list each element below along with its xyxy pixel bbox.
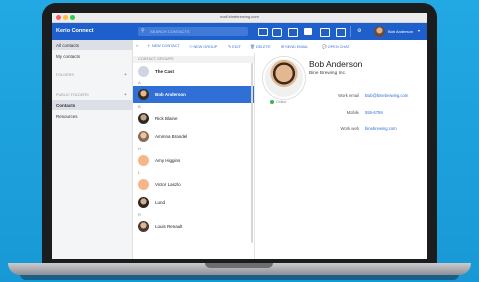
laptop-notch	[205, 263, 273, 268]
user-name[interactable]: Bob Anderson	[388, 29, 413, 34]
window-titlebar: mail.binebrewing.com	[52, 13, 427, 23]
work-email-link[interactable]: Bob@binebrewing.com	[365, 93, 408, 98]
sidebar-item-my-contacts[interactable]: My contacts	[56, 54, 80, 59]
avatar	[138, 89, 149, 100]
work-email-label: Work email	[338, 93, 359, 98]
sidebar: All contacts My contacts FOLDERS + PUBLI…	[52, 40, 133, 259]
toolbar: ‹‹ ＋ NEW CONTACT ⚇ NEW GROUP ✎ EDIT 🗑 DE…	[133, 40, 427, 53]
contact-groups-header: CONTACT GROUPS	[133, 56, 254, 63]
public-folders-heading: PUBLIC FOLDERS	[56, 93, 89, 97]
new-contact-button[interactable]: ＋ NEW CONTACT	[147, 44, 180, 49]
online-status-icon	[270, 100, 274, 104]
sidebar-item-all-contacts[interactable]: All contacts	[56, 43, 79, 48]
contact-photo	[263, 57, 305, 99]
work-web-label: Work web	[340, 126, 359, 131]
contact-list: CONTACT GROUPS The Cast A Bob Anderson B…	[133, 53, 255, 259]
contact-name: Amy Higgins	[155, 158, 181, 163]
contact-company: Bine Brewing Inc.	[309, 71, 347, 76]
edit-label: EDIT	[232, 45, 241, 49]
status-text: Online	[276, 100, 287, 104]
mobile-link[interactable]: 555-6759	[365, 110, 383, 115]
avatar	[138, 113, 149, 124]
letter-divider: B	[138, 104, 141, 109]
notes-icon[interactable]	[336, 28, 346, 37]
calendar-icon[interactable]	[288, 28, 298, 37]
contact-name: Louis Renault	[155, 224, 183, 229]
delete-button[interactable]: 🗑 DELETE	[250, 44, 271, 49]
address-book-icon[interactable]	[304, 28, 312, 35]
letter-divider: R	[138, 212, 141, 217]
avatar	[138, 131, 149, 142]
tasks-icon[interactable]	[320, 28, 330, 37]
letter-divider: A	[138, 80, 141, 85]
edit-button[interactable]: ✎ EDIT	[228, 44, 241, 49]
sidebar-item-resources[interactable]: Resources	[56, 114, 78, 119]
contact-name: Rick Blaine	[155, 116, 178, 121]
new-group-label: NEW GROUP	[193, 45, 218, 49]
list-item[interactable]: Victor Laszlo	[133, 176, 254, 193]
avatar	[138, 155, 149, 166]
new-group-button[interactable]: ⚇ NEW GROUP	[189, 44, 217, 49]
app-header: Kerio Connect ⚲ SEARCH CONTACTS ⚙ Bob An…	[52, 23, 427, 40]
list-item[interactable]: Ammna Brandel	[133, 128, 254, 145]
contact-name: Victor Laszlo	[155, 182, 181, 187]
avatar	[138, 197, 149, 208]
app-window: mail.binebrewing.com Kerio Connect ⚲ SEA…	[52, 13, 427, 259]
brand-name: Kerio Connect	[56, 28, 94, 34]
gear-icon[interactable]: ⚙	[357, 28, 361, 34]
avatar[interactable]	[374, 26, 385, 37]
list-item[interactable]: Louis Renault	[133, 218, 254, 235]
list-item[interactable]: Amy Higgins	[133, 152, 254, 169]
list-item-selected[interactable]: Bob Anderson	[133, 86, 254, 103]
contact-name: Ammna Brandel	[155, 134, 188, 139]
letter-divider: L	[138, 170, 141, 175]
letter-divider: H	[138, 146, 141, 151]
open-chat-button[interactable]: 💬 OPEN CHAT	[322, 44, 350, 49]
delete-label: DELETE	[255, 45, 271, 49]
collapse-icon[interactable]: ‹‹	[136, 44, 139, 48]
new-contact-label: NEW CONTACT	[151, 44, 180, 48]
send-email-label: SEND EMAIL	[285, 45, 309, 49]
group-icon	[138, 66, 149, 77]
contact-name: Bob Anderson	[155, 92, 186, 97]
chevron-down-icon[interactable]: ▾	[418, 28, 420, 33]
add-folder-button[interactable]: +	[124, 72, 127, 78]
list-item[interactable]: The Cast	[133, 63, 254, 80]
work-web-link[interactable]: binebrewing.com	[365, 126, 397, 131]
avatar	[138, 221, 149, 232]
search-icon: ⚲	[141, 28, 145, 34]
open-chat-label: OPEN CHAT	[327, 45, 350, 49]
contact-groups-label: CONTACT GROUPS	[138, 57, 174, 61]
search-input[interactable]: ⚲ SEARCH CONTACTS	[138, 27, 248, 36]
list-item[interactable]: Rick Blaine	[133, 110, 254, 127]
contact-name: Lund	[155, 200, 166, 205]
contacts-icon[interactable]	[272, 28, 282, 37]
contact-full-name: Bob Anderson	[309, 59, 363, 69]
header-divider	[350, 26, 351, 37]
mobile-label: Mobile	[346, 110, 359, 115]
sidebar-item-contacts[interactable]: Contacts	[56, 103, 75, 108]
search-placeholder: SEARCH CONTACTS	[150, 29, 190, 34]
add-public-folder-button[interactable]: +	[124, 92, 127, 98]
mail-icon[interactable]	[258, 28, 268, 36]
window-url: mail.binebrewing.com	[220, 14, 259, 19]
list-scrollbar[interactable]	[251, 63, 253, 243]
group-name: The Cast	[155, 69, 175, 74]
contact-detail: Online Bob Anderson Bine Brewing Inc. Wo…	[255, 53, 427, 259]
folders-heading: FOLDERS	[56, 73, 74, 77]
list-item[interactable]: Lund	[133, 194, 254, 211]
send-email-button[interactable]: ✉ SEND EMAIL	[281, 44, 308, 49]
avatar	[138, 179, 149, 190]
